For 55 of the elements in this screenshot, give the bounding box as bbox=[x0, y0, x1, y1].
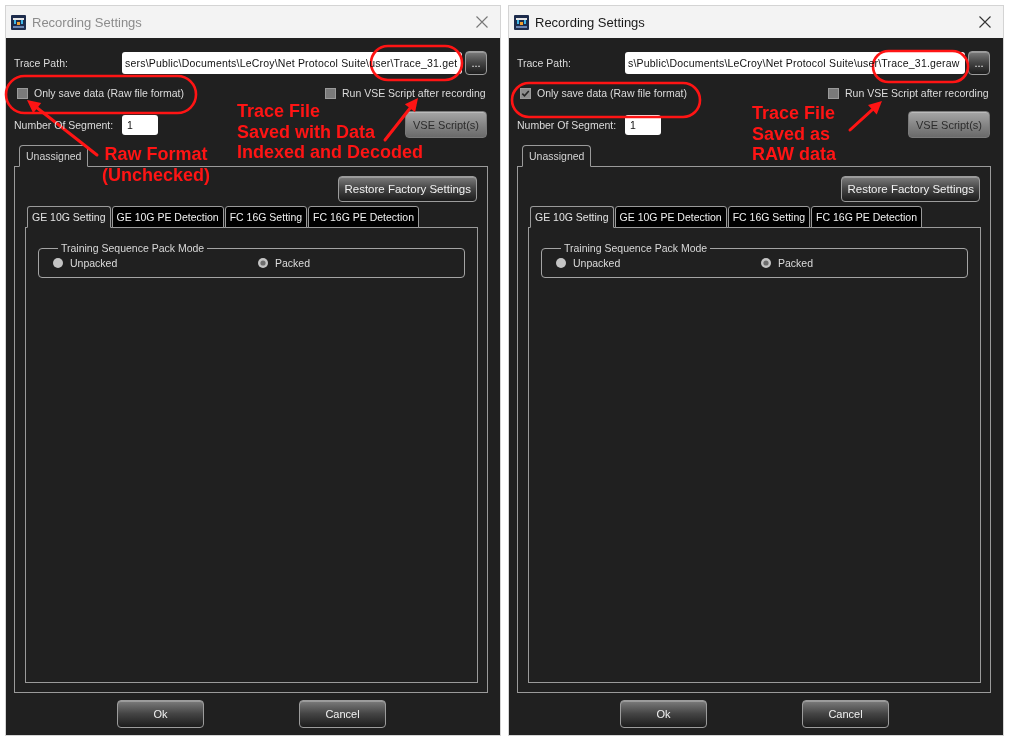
tab[interactable]: GE 10G PE Detection bbox=[111, 206, 224, 228]
callout-text: Raw Format bbox=[104, 144, 208, 165]
radio-button[interactable] bbox=[53, 258, 63, 268]
browse-button[interactable]: ... bbox=[465, 51, 487, 75]
segment-count-field[interactable]: 1 bbox=[122, 114, 158, 135]
callout-text: Saved with Data bbox=[237, 121, 376, 142]
app-icon bbox=[11, 14, 26, 30]
checkbox[interactable] bbox=[828, 87, 839, 99]
tab[interactable]: FC 16G PE Detection bbox=[308, 206, 420, 228]
callout-text: (Unchecked) bbox=[102, 164, 210, 185]
tab[interactable]: Unassigned bbox=[19, 145, 89, 167]
tab[interactable]: Unassigned bbox=[522, 145, 592, 167]
field-label: Trace Path: bbox=[14, 57, 69, 69]
group-title: Training Sequence Pack Mode bbox=[563, 242, 709, 254]
checkbox[interactable] bbox=[325, 87, 336, 99]
dialog-button[interactable]: Cancel bbox=[802, 700, 889, 728]
callout-text: RAW data bbox=[752, 144, 836, 165]
close-icon[interactable] bbox=[979, 16, 991, 28]
segment-count-field[interactable]: 1 bbox=[625, 114, 661, 135]
app-icon bbox=[514, 14, 529, 30]
radio-button[interactable] bbox=[556, 258, 566, 268]
checkbox-label: Run VSE Script after recording bbox=[342, 87, 486, 99]
window-title: Recording Settings bbox=[535, 14, 646, 30]
group-title: Training Sequence Pack Mode bbox=[60, 242, 206, 254]
callout-text: Trace File bbox=[752, 103, 836, 124]
browse-button[interactable]: ... bbox=[968, 51, 990, 75]
radio-label: Packed bbox=[778, 257, 814, 269]
radio-label: Packed bbox=[275, 257, 311, 269]
field-label: Trace Path: bbox=[517, 57, 572, 69]
restore-defaults-button[interactable]: Restore Factory Settings bbox=[841, 176, 980, 202]
dialog-button[interactable]: Cancel bbox=[299, 700, 386, 728]
tab[interactable]: GE 10G Setting bbox=[27, 206, 111, 228]
radio-button[interactable] bbox=[258, 258, 268, 268]
radio-label: Unpacked bbox=[573, 257, 621, 269]
checkbox-label: Only save data (Raw file format) bbox=[34, 87, 184, 99]
callout-text: Indexed and Decoded bbox=[237, 142, 424, 163]
tab[interactable]: GE 10G Setting bbox=[530, 206, 614, 228]
window-title: Recording Settings bbox=[32, 14, 143, 30]
tab[interactable]: FC 16G Setting bbox=[727, 206, 811, 228]
dialog-button[interactable]: Ok bbox=[117, 700, 204, 728]
restore-defaults-button[interactable]: Restore Factory Settings bbox=[338, 176, 477, 202]
callout-text: Trace File bbox=[237, 101, 321, 122]
checkbox[interactable] bbox=[17, 87, 28, 99]
field-label: Number Of Segment: bbox=[517, 118, 618, 131]
radio-button[interactable] bbox=[761, 258, 771, 268]
radio-label: Unpacked bbox=[70, 257, 118, 269]
tab[interactable]: FC 16G PE Detection bbox=[811, 206, 923, 228]
arrow bbox=[848, 101, 882, 132]
tab[interactable]: GE 10G PE Detection bbox=[614, 206, 727, 228]
checkbox-label: Run VSE Script after recording bbox=[845, 87, 989, 99]
checkbox-label: Only save data (Raw file format) bbox=[537, 87, 687, 99]
dialog-button[interactable]: Ok bbox=[620, 700, 707, 728]
callout-text: Saved as bbox=[752, 123, 831, 144]
tab[interactable]: FC 16G Setting bbox=[224, 206, 308, 228]
checkbox[interactable] bbox=[520, 87, 531, 99]
